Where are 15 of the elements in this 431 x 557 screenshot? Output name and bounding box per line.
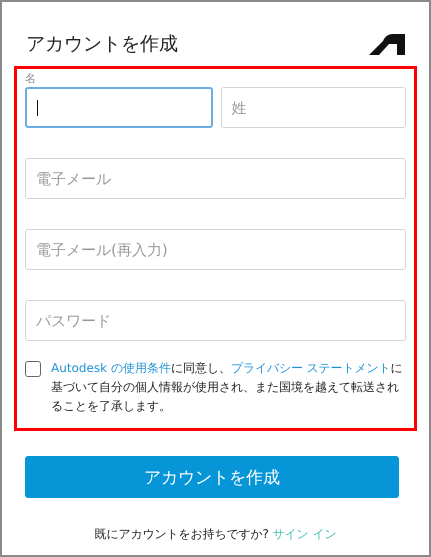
- checkbox[interactable]: [25, 361, 41, 377]
- input-field[interactable]: 姓: [220, 87, 406, 128]
- input-field[interactable]: 電子メール: [25, 158, 406, 199]
- input-field[interactable]: 電子メール(再入力): [25, 229, 406, 270]
- logo-icon: [369, 33, 405, 55]
- signin-text: 既にアカウントをお持ちですか? サイン イン: [93, 526, 338, 543]
- create-account-button[interactable]: アカウントを作成: [25, 456, 399, 498]
- consent-text: Autodesk の使用条件に同意し、プライバシー ステートメント に基づいて自分の個人情報が使用され、また国境を越えて転送されることを了承します。: [51, 360, 404, 415]
- consent-link[interactable]: Autodesk の使用条件: [51, 361, 171, 375]
- signin-link[interactable]: サイン イン: [272, 527, 336, 541]
- page-title: アカウントを作成: [26, 32, 178, 57]
- input-field[interactable]: パスワード: [25, 300, 406, 341]
- consent-link[interactable]: プライバシー ステートメント: [230, 361, 391, 375]
- input-field[interactable]: [25, 87, 212, 128]
- field-label: 名: [25, 71, 37, 87]
